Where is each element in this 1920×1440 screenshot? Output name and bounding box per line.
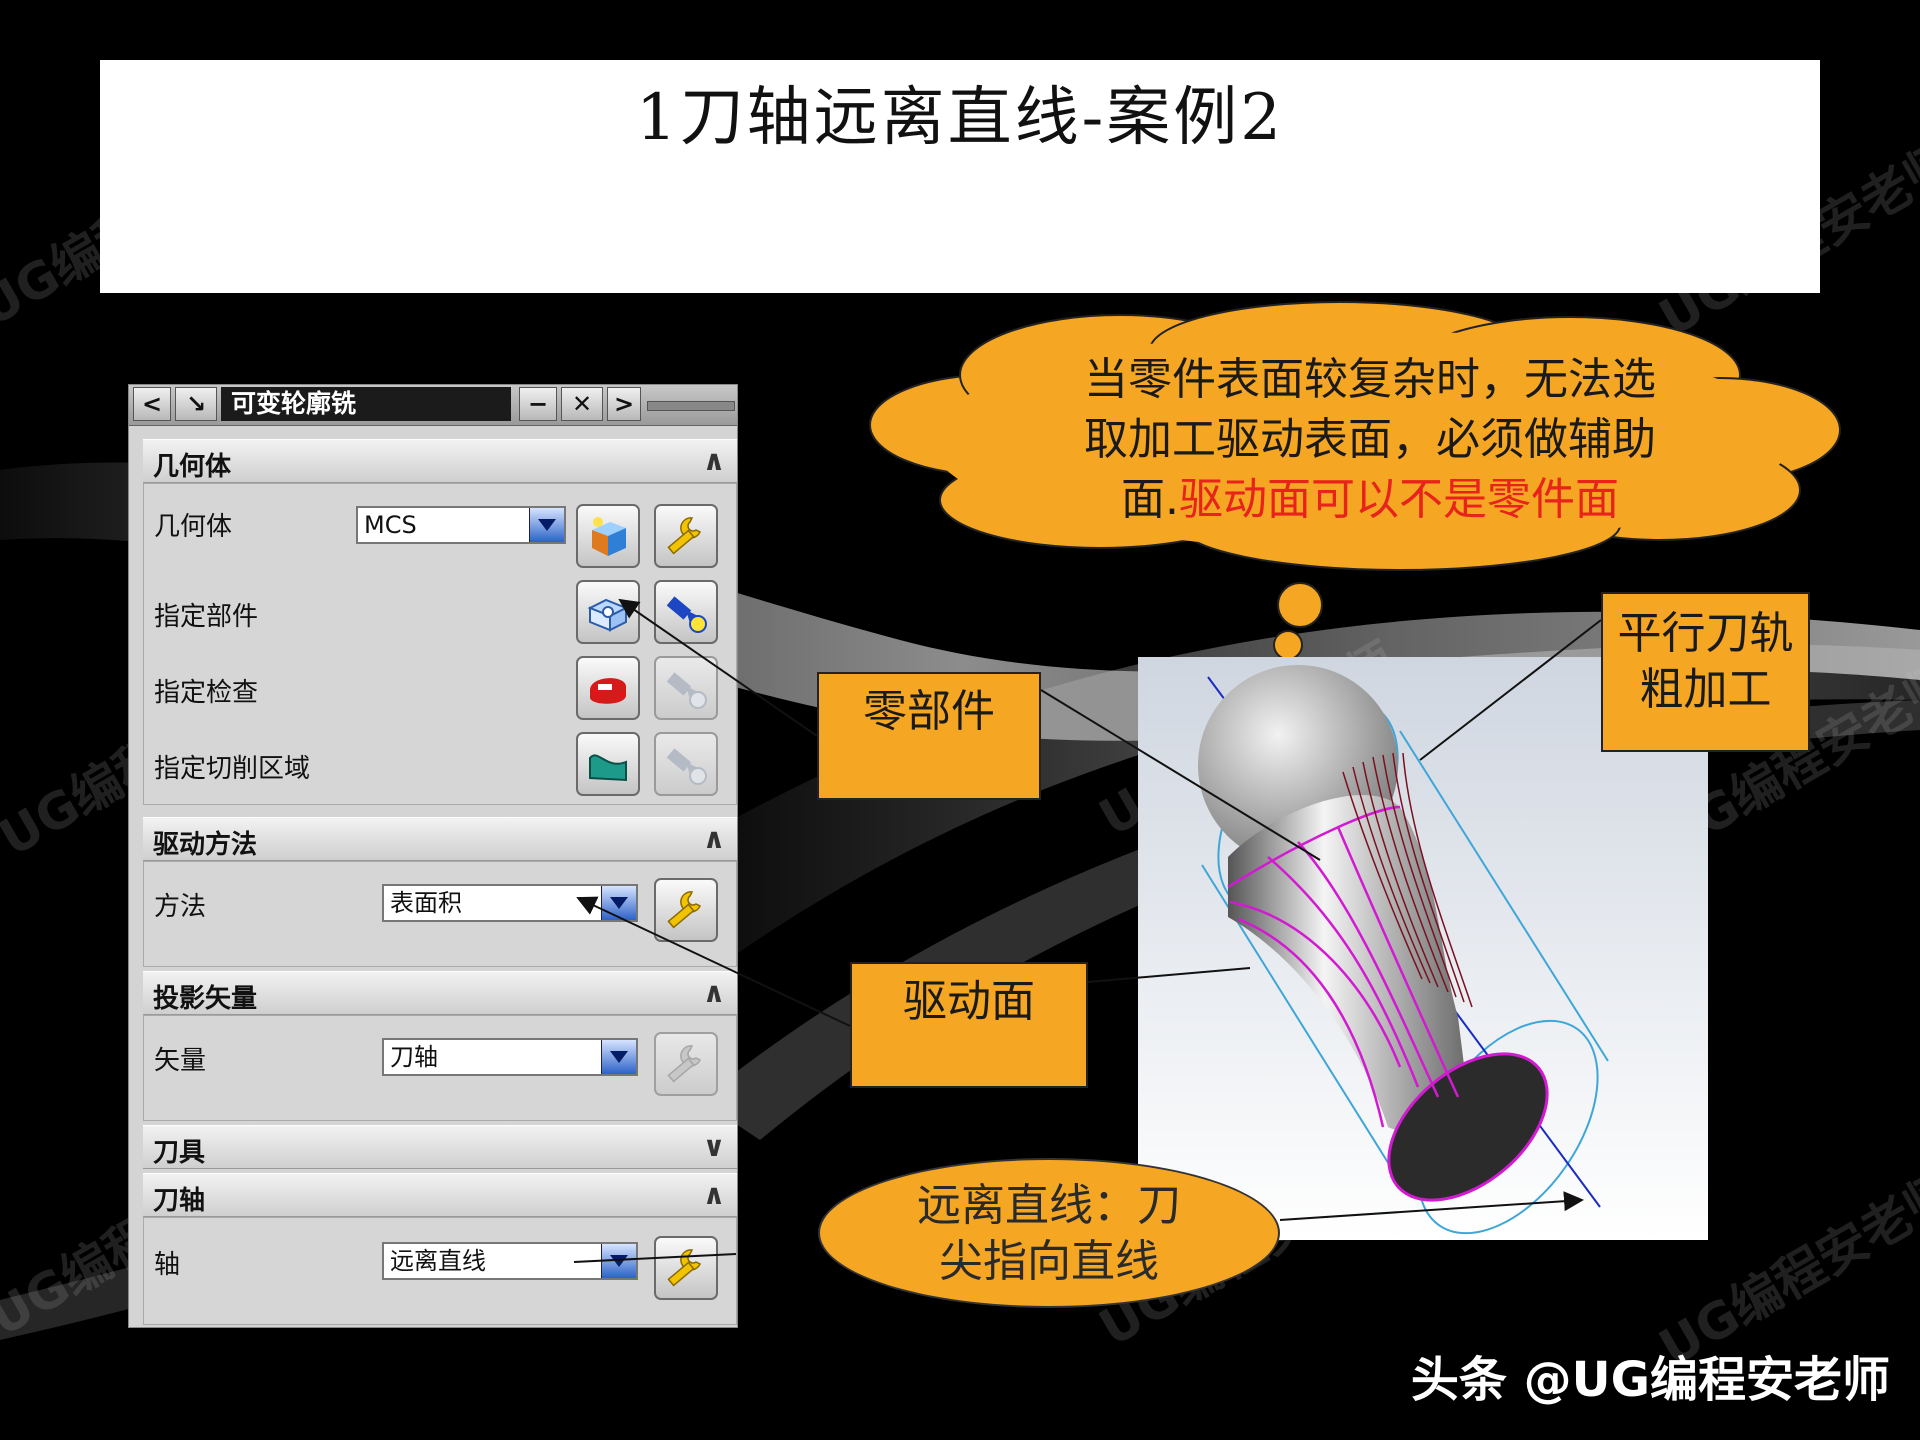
callout-line: 尖指向直线 [939, 1236, 1159, 1287]
callout-line: 远离直线：刀 [917, 1180, 1181, 1231]
callout-part: 零部件 [817, 672, 1041, 800]
slide: UG编程安老师 UG编程安老师 UG编程安老师 UG编程安老师 UG编程安老师 … [0, 0, 1920, 1440]
callout-parallel-rough: 平行刀轨 粗加工 [1601, 592, 1810, 752]
callout-line: 平行刀轨 [1617, 608, 1794, 659]
callout-line: 粗加工 [1639, 664, 1772, 715]
callout-drive-surface: 驱动面 [850, 962, 1088, 1088]
footer-credit: 头条 @UG编程安老师 [1410, 1352, 1890, 1408]
callout-away-text: 远离直线：刀 尖指向直线 [818, 1178, 1280, 1290]
